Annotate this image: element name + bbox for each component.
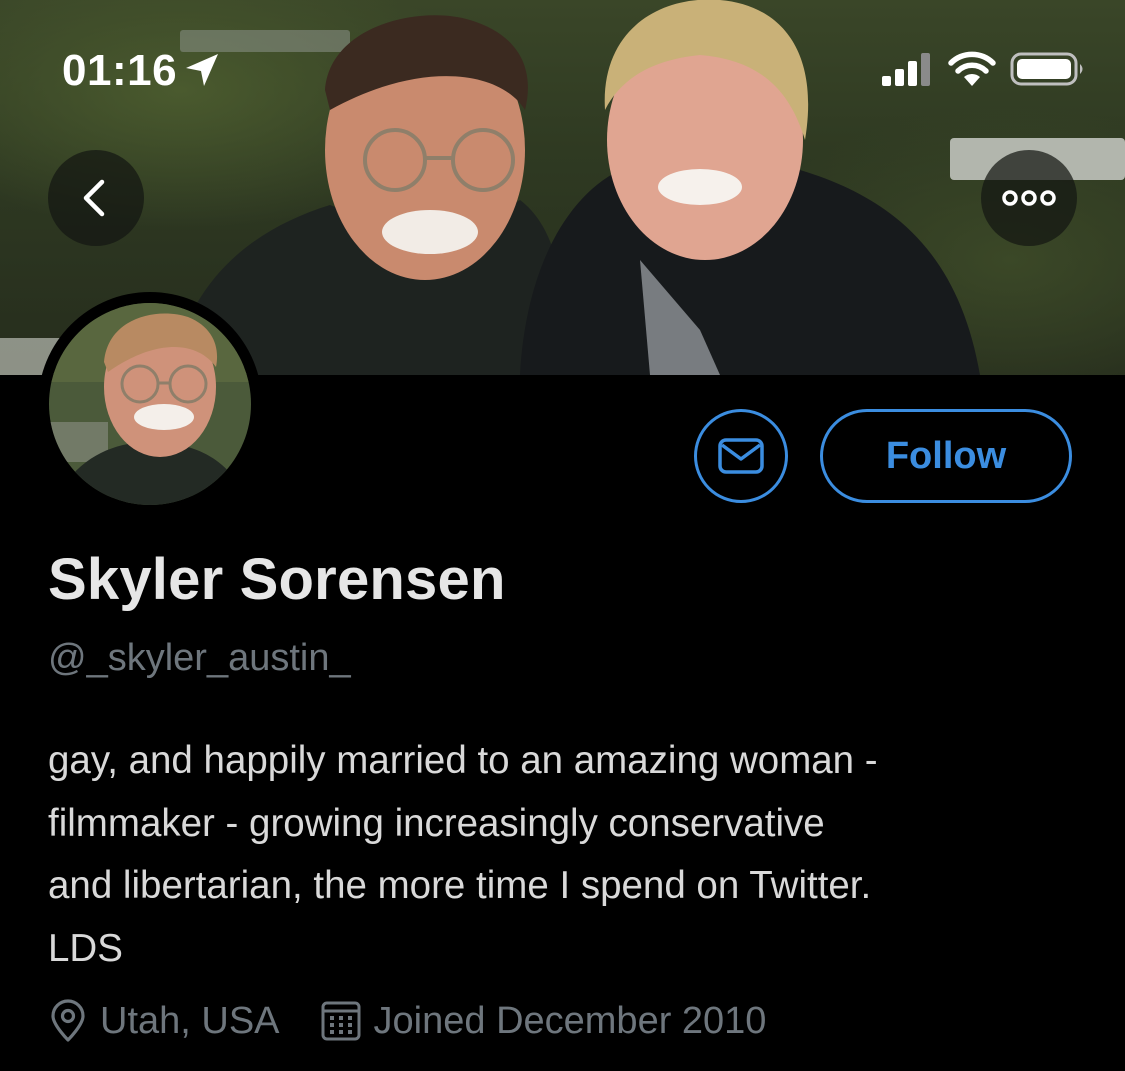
cellular-signal-icon bbox=[882, 53, 930, 86]
bio-line: LDS bbox=[48, 926, 123, 970]
bio-line: gay, and happily married to an amazing w… bbox=[48, 739, 878, 782]
profile-avatar[interactable] bbox=[38, 292, 262, 516]
profile-bio: gay, and happily married to an amazing w… bbox=[48, 730, 1088, 980]
location-info: Utah, USA bbox=[48, 999, 280, 1043]
wifi-icon bbox=[948, 51, 996, 86]
location-text: Utah, USA bbox=[100, 999, 280, 1042]
joined-text: Joined December 2010 bbox=[373, 999, 767, 1042]
follow-button[interactable]: Follow bbox=[820, 409, 1072, 503]
location-pin-icon bbox=[51, 999, 85, 1042]
envelope-icon bbox=[718, 438, 764, 474]
avatar-photo bbox=[49, 303, 251, 505]
joined-info: Joined December 2010 bbox=[320, 999, 767, 1043]
user-handle: @_skyler_austin_ bbox=[48, 637, 351, 679]
chevron-left-icon bbox=[83, 179, 105, 217]
calendar-icon bbox=[321, 1001, 361, 1041]
bio-line: and libertarian, the more time I spend o… bbox=[48, 864, 872, 907]
status-time: 01:16 bbox=[62, 46, 178, 95]
battery-icon bbox=[1010, 52, 1083, 86]
more-options-button[interactable] bbox=[981, 150, 1077, 246]
bio-line: filmmaker - growing increasingly conserv… bbox=[48, 801, 825, 845]
back-button[interactable] bbox=[48, 150, 144, 246]
profile-meta: Utah, USA Joined December 2010 bbox=[48, 996, 766, 1046]
location-arrow-icon bbox=[186, 54, 218, 86]
status-bar: 01:16 bbox=[0, 0, 1125, 130]
display-name: Skyler Sorensen bbox=[48, 547, 506, 612]
more-horizontal-icon bbox=[1002, 190, 1056, 206]
message-button[interactable] bbox=[694, 409, 788, 503]
